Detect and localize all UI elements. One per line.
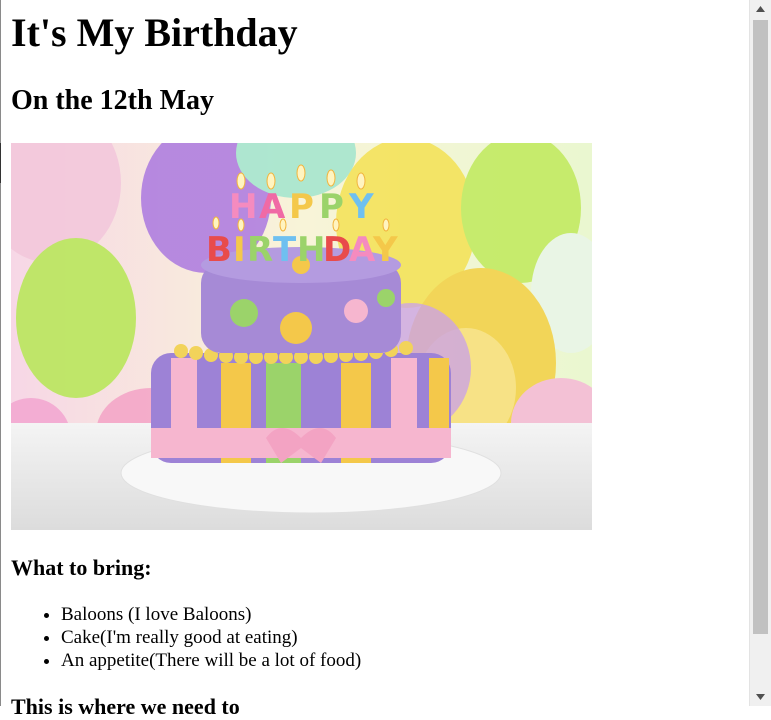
cut-off-heading: This is where we need to xyxy=(11,694,240,719)
scroll-up-arrow-icon[interactable] xyxy=(750,0,771,18)
svg-text:D: D xyxy=(323,230,351,270)
vertical-scrollbar[interactable] xyxy=(749,0,771,706)
svg-text:R: R xyxy=(247,230,273,270)
svg-text:T: T xyxy=(273,230,297,270)
svg-text:Y: Y xyxy=(348,187,374,227)
page-subtitle: On the 12th May xyxy=(11,85,214,116)
svg-text:P: P xyxy=(289,187,314,227)
window-left-border xyxy=(0,0,1,706)
svg-text:I: I xyxy=(233,230,246,270)
list-item: Baloons (I love Baloons) xyxy=(61,603,361,626)
svg-text:B: B xyxy=(206,230,232,270)
list-item: An appetite(There will be a lot of food) xyxy=(61,649,361,672)
svg-text:P: P xyxy=(319,187,344,227)
page-title: It's My Birthday xyxy=(11,10,298,55)
scrollbar-thumb[interactable] xyxy=(753,20,768,634)
svg-text:A: A xyxy=(349,230,376,270)
scroll-down-arrow-icon[interactable] xyxy=(750,688,771,706)
list-item: Cake(I'm really good at eating) xyxy=(61,626,361,649)
svg-text:H: H xyxy=(297,230,325,270)
birthday-cake-illustration: H A P P Y B I R T H D A Y xyxy=(11,143,592,530)
svg-text:Y: Y xyxy=(372,230,398,270)
bring-list: Baloons (I love Baloons) Cake(I'm really… xyxy=(21,603,361,672)
birthday-cake-image: H A P P Y B I R T H D A Y xyxy=(11,143,592,530)
window-edge-mark xyxy=(0,143,5,183)
section-heading-what-to-bring: What to bring: xyxy=(11,555,152,580)
